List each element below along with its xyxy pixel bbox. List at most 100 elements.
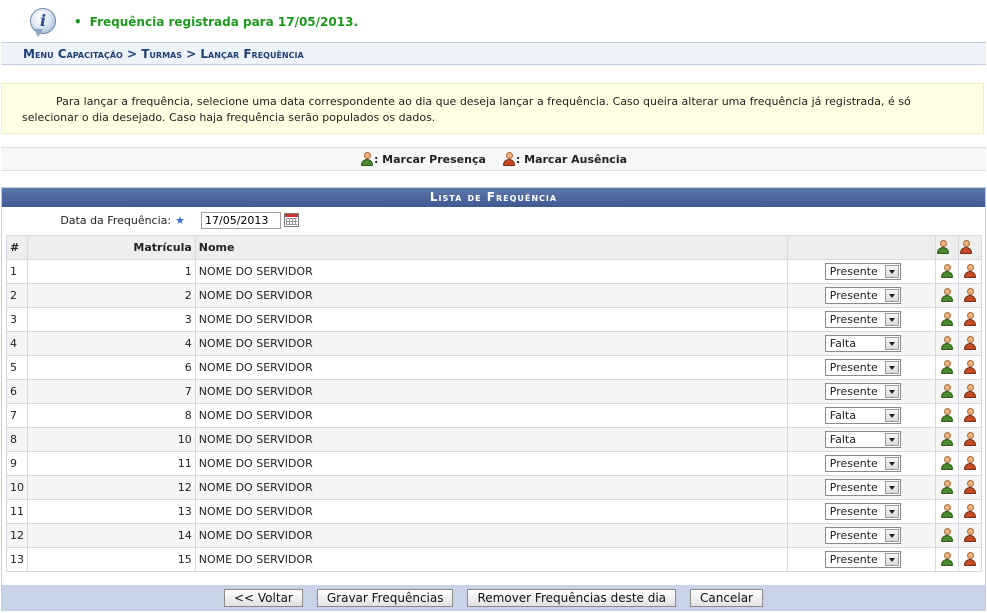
breadcrumb-text: Menu Capacitação > Turmas > Lançar Frequ… bbox=[23, 47, 304, 61]
row-number: 11 bbox=[5, 499, 29, 524]
person-red-x-icon bbox=[959, 240, 973, 255]
mark-all-absent-button[interactable] bbox=[957, 235, 983, 260]
person-green-check-icon bbox=[940, 288, 954, 303]
status-select[interactable]: Presente bbox=[824, 455, 901, 472]
status-select[interactable]: Falta bbox=[824, 335, 901, 352]
header-nome: Nome bbox=[194, 235, 789, 260]
person-green-check-icon bbox=[940, 384, 954, 399]
mark-present-button[interactable] bbox=[934, 523, 959, 548]
row-nome: NOME DO SERVIDOR bbox=[194, 523, 789, 548]
row-status-cell: Presente bbox=[787, 283, 936, 308]
date-input[interactable]: 17/05/2013 bbox=[201, 212, 281, 229]
mark-present-button[interactable] bbox=[934, 499, 959, 524]
table-row: 5 6 NOME DO SERVIDOR Presente bbox=[5, 355, 983, 380]
status-select[interactable]: Falta bbox=[824, 407, 901, 424]
remover-frequencias-button[interactable]: Remover Frequências deste dia bbox=[467, 588, 677, 607]
row-nome: NOME DO SERVIDOR bbox=[194, 403, 789, 428]
row-status-cell: Presente bbox=[787, 379, 936, 404]
calendar-icon[interactable] bbox=[284, 213, 299, 227]
mark-all-present-button[interactable] bbox=[934, 235, 959, 260]
person-red-x-icon bbox=[963, 456, 977, 471]
mark-absent-button[interactable] bbox=[957, 427, 983, 452]
table-row: 1 1 NOME DO SERVIDOR Presente bbox=[5, 259, 983, 284]
voltar-button[interactable]: << Voltar bbox=[223, 588, 303, 607]
chevron-down-icon bbox=[884, 409, 899, 422]
mark-present-button[interactable] bbox=[934, 547, 959, 572]
person-green-check-icon bbox=[360, 151, 374, 167]
mark-absent-button[interactable] bbox=[957, 259, 983, 284]
status-select[interactable]: Presente bbox=[824, 479, 901, 496]
cancelar-button[interactable]: Cancelar bbox=[690, 588, 763, 607]
status-select[interactable]: Presente bbox=[824, 359, 901, 376]
status-select-value: Presente bbox=[829, 265, 878, 278]
mark-absent-button[interactable] bbox=[957, 283, 983, 308]
person-green-check-icon bbox=[940, 480, 954, 495]
status-select[interactable]: Falta bbox=[824, 431, 901, 448]
mark-present-button[interactable] bbox=[934, 379, 959, 404]
mark-present-button[interactable] bbox=[934, 403, 959, 428]
chevron-down-icon bbox=[884, 505, 899, 518]
legend-presence: : Marcar Presença bbox=[360, 151, 486, 167]
success-message-text: Frequência registrada para 17/05/2013. bbox=[74, 15, 358, 29]
mark-absent-button[interactable] bbox=[957, 379, 983, 404]
row-matricula: 6 bbox=[27, 355, 196, 380]
mark-present-button[interactable] bbox=[934, 475, 959, 500]
mark-present-button[interactable] bbox=[934, 451, 959, 476]
row-nome: NOME DO SERVIDOR bbox=[194, 499, 789, 524]
row-nome: NOME DO SERVIDOR bbox=[194, 307, 789, 332]
status-select-value: Presente bbox=[829, 481, 878, 494]
mark-absent-button[interactable] bbox=[957, 355, 983, 380]
mark-present-button[interactable] bbox=[934, 427, 959, 452]
person-red-x-icon bbox=[502, 151, 516, 167]
gravar-frequencias-button[interactable]: Gravar Frequências bbox=[316, 588, 454, 607]
mark-absent-button[interactable] bbox=[957, 547, 983, 572]
status-select[interactable]: Presente bbox=[824, 527, 901, 544]
row-status-cell: Presente bbox=[787, 499, 936, 524]
person-red-x-icon bbox=[963, 360, 977, 375]
date-label: Data da Frequência: ★ bbox=[60, 214, 185, 227]
status-select[interactable]: Presente bbox=[824, 263, 901, 280]
frequency-panel: Lista de Frequência Data da Frequência: ★… bbox=[1, 187, 986, 611]
row-nome: NOME DO SERVIDOR bbox=[194, 547, 789, 572]
mark-absent-button[interactable] bbox=[957, 523, 983, 548]
status-select-value: Falta bbox=[829, 409, 856, 422]
table-row: 13 15 NOME DO SERVIDOR Presente bbox=[5, 547, 983, 572]
row-nome: NOME DO SERVIDOR bbox=[194, 331, 789, 356]
row-matricula: 4 bbox=[27, 331, 196, 356]
person-red-x-icon bbox=[963, 408, 977, 423]
legend-presence-label: : Marcar Presença bbox=[373, 152, 486, 166]
mark-absent-button[interactable] bbox=[957, 475, 983, 500]
row-number: 6 bbox=[5, 379, 29, 404]
table-row: 8 10 NOME DO SERVIDOR Falta bbox=[5, 427, 983, 452]
status-select[interactable]: Presente bbox=[824, 551, 901, 568]
mark-absent-button[interactable] bbox=[957, 331, 983, 356]
mark-present-button[interactable] bbox=[934, 331, 959, 356]
row-status-cell: Presente bbox=[787, 451, 936, 476]
status-select[interactable]: Presente bbox=[824, 311, 901, 328]
person-red-x-icon bbox=[963, 336, 977, 351]
row-matricula: 13 bbox=[27, 499, 196, 524]
table-row: 11 13 NOME DO SERVIDOR Presente bbox=[5, 499, 983, 524]
person-red-x-icon bbox=[963, 288, 977, 303]
status-select[interactable]: Presente bbox=[824, 383, 901, 400]
header-num: # bbox=[5, 235, 29, 260]
status-select[interactable]: Presente bbox=[824, 287, 901, 304]
row-matricula: 3 bbox=[27, 307, 196, 332]
row-number: 8 bbox=[5, 427, 29, 452]
mark-present-button[interactable] bbox=[934, 307, 959, 332]
mark-absent-button[interactable] bbox=[957, 499, 983, 524]
status-select[interactable]: Presente bbox=[824, 503, 901, 520]
mark-absent-button[interactable] bbox=[957, 307, 983, 332]
row-nome: NOME DO SERVIDOR bbox=[194, 379, 789, 404]
status-select-value: Presente bbox=[829, 457, 878, 470]
row-matricula: 14 bbox=[27, 523, 196, 548]
mark-absent-button[interactable] bbox=[957, 451, 983, 476]
mark-present-button[interactable] bbox=[934, 355, 959, 380]
chevron-down-icon bbox=[884, 361, 899, 374]
mark-absent-button[interactable] bbox=[957, 403, 983, 428]
row-matricula: 8 bbox=[27, 403, 196, 428]
mark-present-button[interactable] bbox=[934, 259, 959, 284]
person-green-check-icon bbox=[940, 504, 954, 519]
mark-present-button[interactable] bbox=[934, 283, 959, 308]
frequency-table: # Matrícula Nome 1 1 NOME DO SERVIDOR Prese… bbox=[5, 235, 983, 572]
